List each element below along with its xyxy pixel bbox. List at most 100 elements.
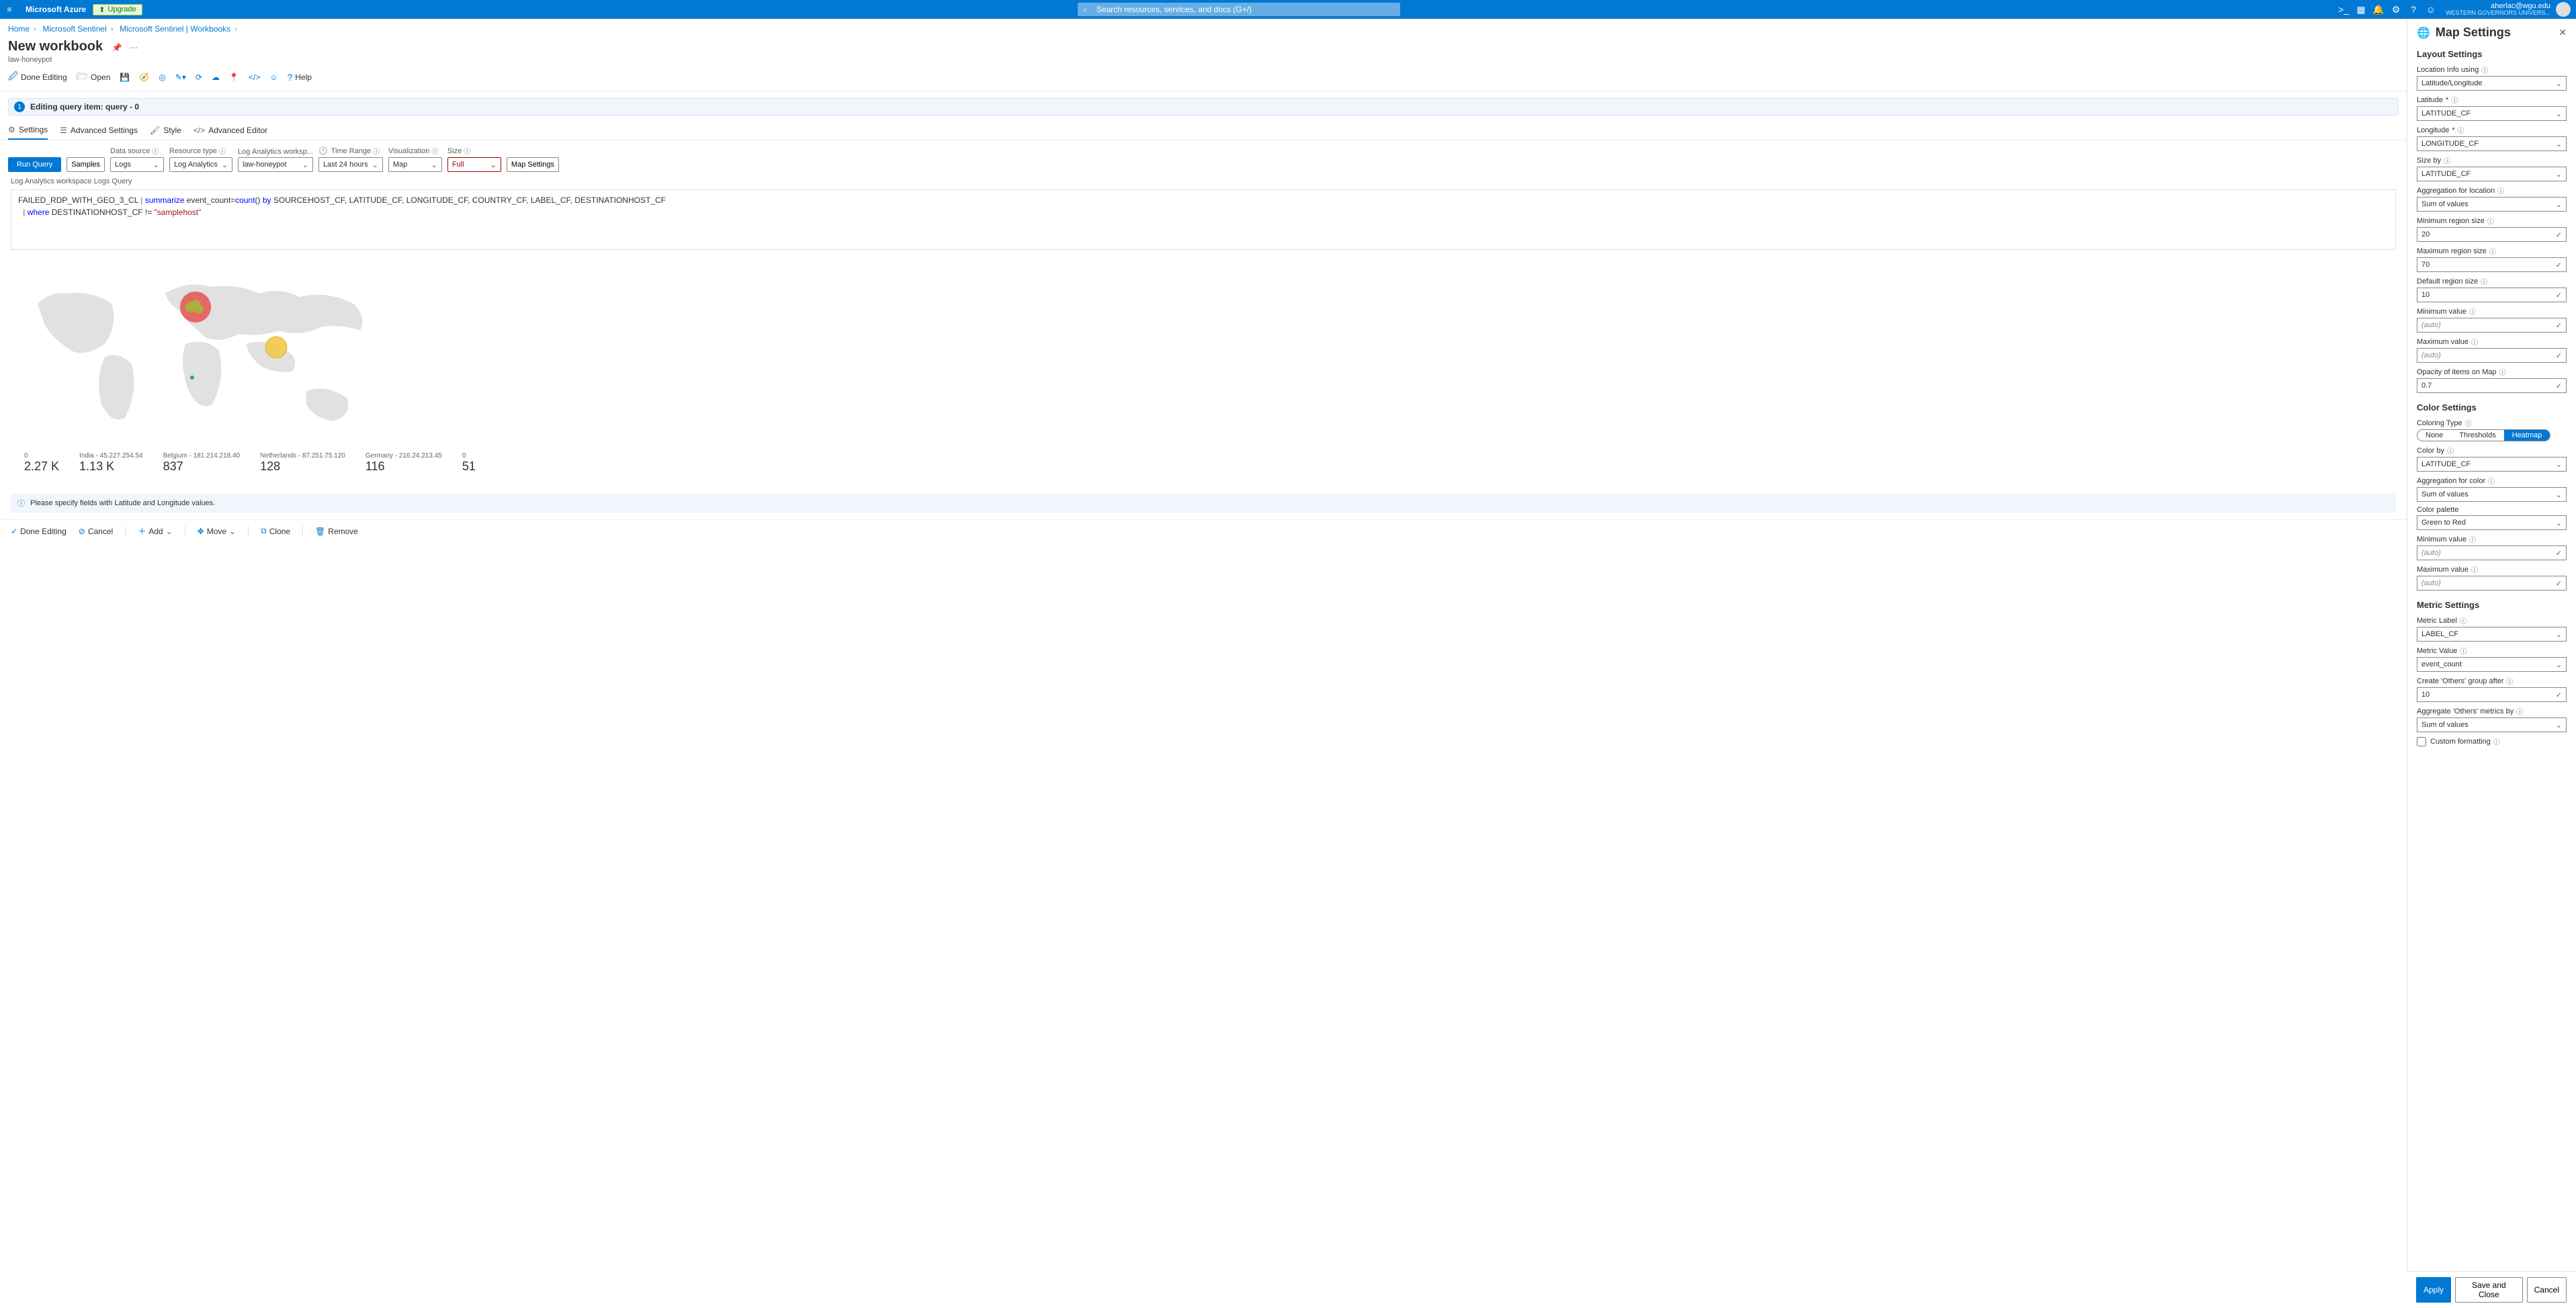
metric-label-select[interactable]: LABEL_CF⌄ [2417,627,2567,642]
timerange-label: 🕐Time Range [318,146,383,156]
notifications-icon[interactable]: 🔔 [2370,4,2387,15]
info-icon [2497,185,2504,195]
move-button[interactable]: ✥Move ⌄ [198,527,236,536]
target-icon[interactable]: ◎ [159,73,165,82]
cancel-panel-button[interactable]: Cancel [2527,1277,2567,1303]
stat-item: India - 45.227.254.541.13 K [79,452,143,474]
save-icon[interactable]: 💾 [120,73,130,82]
sliders-icon: ☰ [60,126,67,135]
info-icon [2481,276,2487,286]
settings-icon[interactable]: ⚙ [2388,4,2404,15]
max-region-input[interactable]: 70✓ [2417,257,2567,272]
map-settings-button[interactable]: Map Settings [507,157,559,172]
min-region-input[interactable]: 20✓ [2417,227,2567,242]
tab-advanced-settings[interactable]: ☰Advanced Settings [60,121,138,140]
info-icon [2465,418,2472,428]
pencil-dropdown-icon[interactable]: ✎▾ [175,73,186,82]
color-max-input[interactable]: (auto)✓ [2417,576,2567,591]
workbook-toolbar: 🖉Done Editing 🗁Open 💾 🧭 ◎ ✎▾ ⟳ ☁ 📍 </> ☺… [0,64,2407,91]
agg-location-select[interactable]: Sum of values⌄ [2417,197,2567,212]
info-icon [2507,676,2514,686]
pin-toolbar-icon[interactable]: 📍 [229,73,239,82]
done-editing-bottom-button[interactable]: ✓Done Editing [11,527,67,536]
info-icon [2458,125,2464,135]
close-panel-icon[interactable]: ✕ [2559,27,2567,38]
coloring-type-toggle[interactable]: None Thresholds Heatmap [2417,429,2550,441]
tab-style[interactable]: 🖌Style [150,121,181,140]
metric-value-select[interactable]: event_count⌄ [2417,657,2567,672]
remove-button[interactable]: 🗑Remove [315,527,358,536]
resourcetype-select[interactable]: Log Analytics⌄ [169,157,232,172]
edit-tabs: ⚙Settings ☰Advanced Settings 🖌Style </>A… [0,121,2407,140]
directories-icon[interactable]: ▦ [2353,4,2369,15]
cancel-bottom-button[interactable]: ⊘Cancel [79,527,113,536]
pill-none[interactable]: None [2417,430,2451,441]
crumb-home[interactable]: Home [8,24,30,34]
avatar[interactable] [2556,2,2571,17]
breadcrumb: Home› Microsoft Sentinel› Microsoft Sent… [0,19,2407,39]
latitude-select[interactable]: LATITUDE_CF⌄ [2417,106,2567,121]
map-point-india[interactable] [265,337,287,358]
info-icon [2489,246,2496,256]
refresh-icon[interactable]: ⟳ [196,73,202,82]
run-query-button[interactable]: Run Query [8,157,61,172]
timerange-select[interactable]: Last 24 hours⌄ [318,157,383,172]
feedback-icon[interactable]: ☺ [2423,4,2439,15]
visualization-select[interactable]: Map⌄ [388,157,442,172]
divider [125,526,126,537]
agg-color-select[interactable]: Sum of values⌄ [2417,487,2567,502]
info-icon [219,146,226,156]
info-icon [431,146,438,156]
save-close-button[interactable]: Save and Close [2455,1277,2523,1303]
datasource-select[interactable]: Logs⌄ [110,157,164,172]
cancel-icon: ⊘ [79,527,85,536]
map-point-germany[interactable] [192,300,200,308]
pill-thresholds[interactable]: Thresholds [2451,430,2503,441]
global-search-input[interactable] [1078,3,1400,16]
done-editing-button[interactable]: 🖉Done Editing [8,69,67,85]
account-info[interactable]: aherlac@wgu.edu WESTERN GOVERNORS UNIVER… [2446,2,2550,17]
sizeby-select[interactable]: LATITUDE_CF⌄ [2417,167,2567,181]
samples-button[interactable]: Samples [67,157,105,172]
map-point-africa[interactable] [190,376,194,380]
query-editor[interactable]: FAILED_RDP_WITH_GEO_3_CL | summarize eve… [11,189,2396,250]
opacity-input[interactable]: 0.7✓ [2417,378,2567,393]
editing-banner: 1 Editing query item: query - 0 [8,98,2399,116]
others-group-input[interactable]: 10✓ [2417,687,2567,702]
pill-heatmap[interactable]: Heatmap [2504,430,2550,441]
add-button[interactable]: ＋Add ⌄ [138,525,172,537]
open-button[interactable]: 🗁Open [77,69,111,85]
tab-advanced-editor[interactable]: </>Advanced Editor [194,121,267,140]
crumb-sentinel[interactable]: Microsoft Sentinel [42,24,106,34]
tree-icon[interactable]: 🧭 [139,73,149,82]
custom-formatting-checkbox[interactable] [2417,737,2426,746]
help-button[interactable]: ?Help [288,72,312,83]
cloud-icon[interactable]: ☁ [212,73,220,82]
color-min-input[interactable]: (auto)✓ [2417,546,2567,560]
page-subtitle: law-honeypot [0,56,2407,64]
info-icon [2493,736,2500,746]
min-value-input[interactable]: (auto)✓ [2417,318,2567,333]
size-select[interactable]: Full⌄ [447,157,501,172]
pin-icon[interactable]: 📌 [112,43,122,52]
upgrade-button[interactable]: ⬆ Upgrade [93,4,142,15]
location-info-select[interactable]: Latitude/Longitude⌄ [2417,76,2567,91]
more-icon[interactable]: ⋯ [130,43,138,52]
crumb-workbooks[interactable]: Microsoft Sentinel | Workbooks [120,24,230,34]
workspace-select[interactable]: law-honeypot⌄ [238,157,313,172]
help-icon[interactable]: ? [2405,4,2421,15]
move-icon: ✥ [198,527,204,536]
smiley-icon[interactable]: ☺ [269,73,277,82]
palette-select[interactable]: Green to Red⌄ [2417,515,2567,530]
cloud-shell-icon[interactable]: >_ [2335,4,2352,15]
colorby-select[interactable]: LATITUDE_CF⌄ [2417,457,2567,472]
code-icon[interactable]: </> [249,73,260,82]
apply-button[interactable]: Apply [2416,1277,2451,1303]
clone-button[interactable]: ⧉Clone [261,526,290,536]
hamburger-icon[interactable]: ≡ [0,5,19,14]
default-region-input[interactable]: 10✓ [2417,288,2567,302]
tab-settings[interactable]: ⚙Settings [8,121,48,140]
longitude-select[interactable]: LONGITUDE_CF⌄ [2417,136,2567,151]
agg-others-select[interactable]: Sum of values⌄ [2417,717,2567,732]
max-value-input[interactable]: (auto)✓ [2417,348,2567,363]
